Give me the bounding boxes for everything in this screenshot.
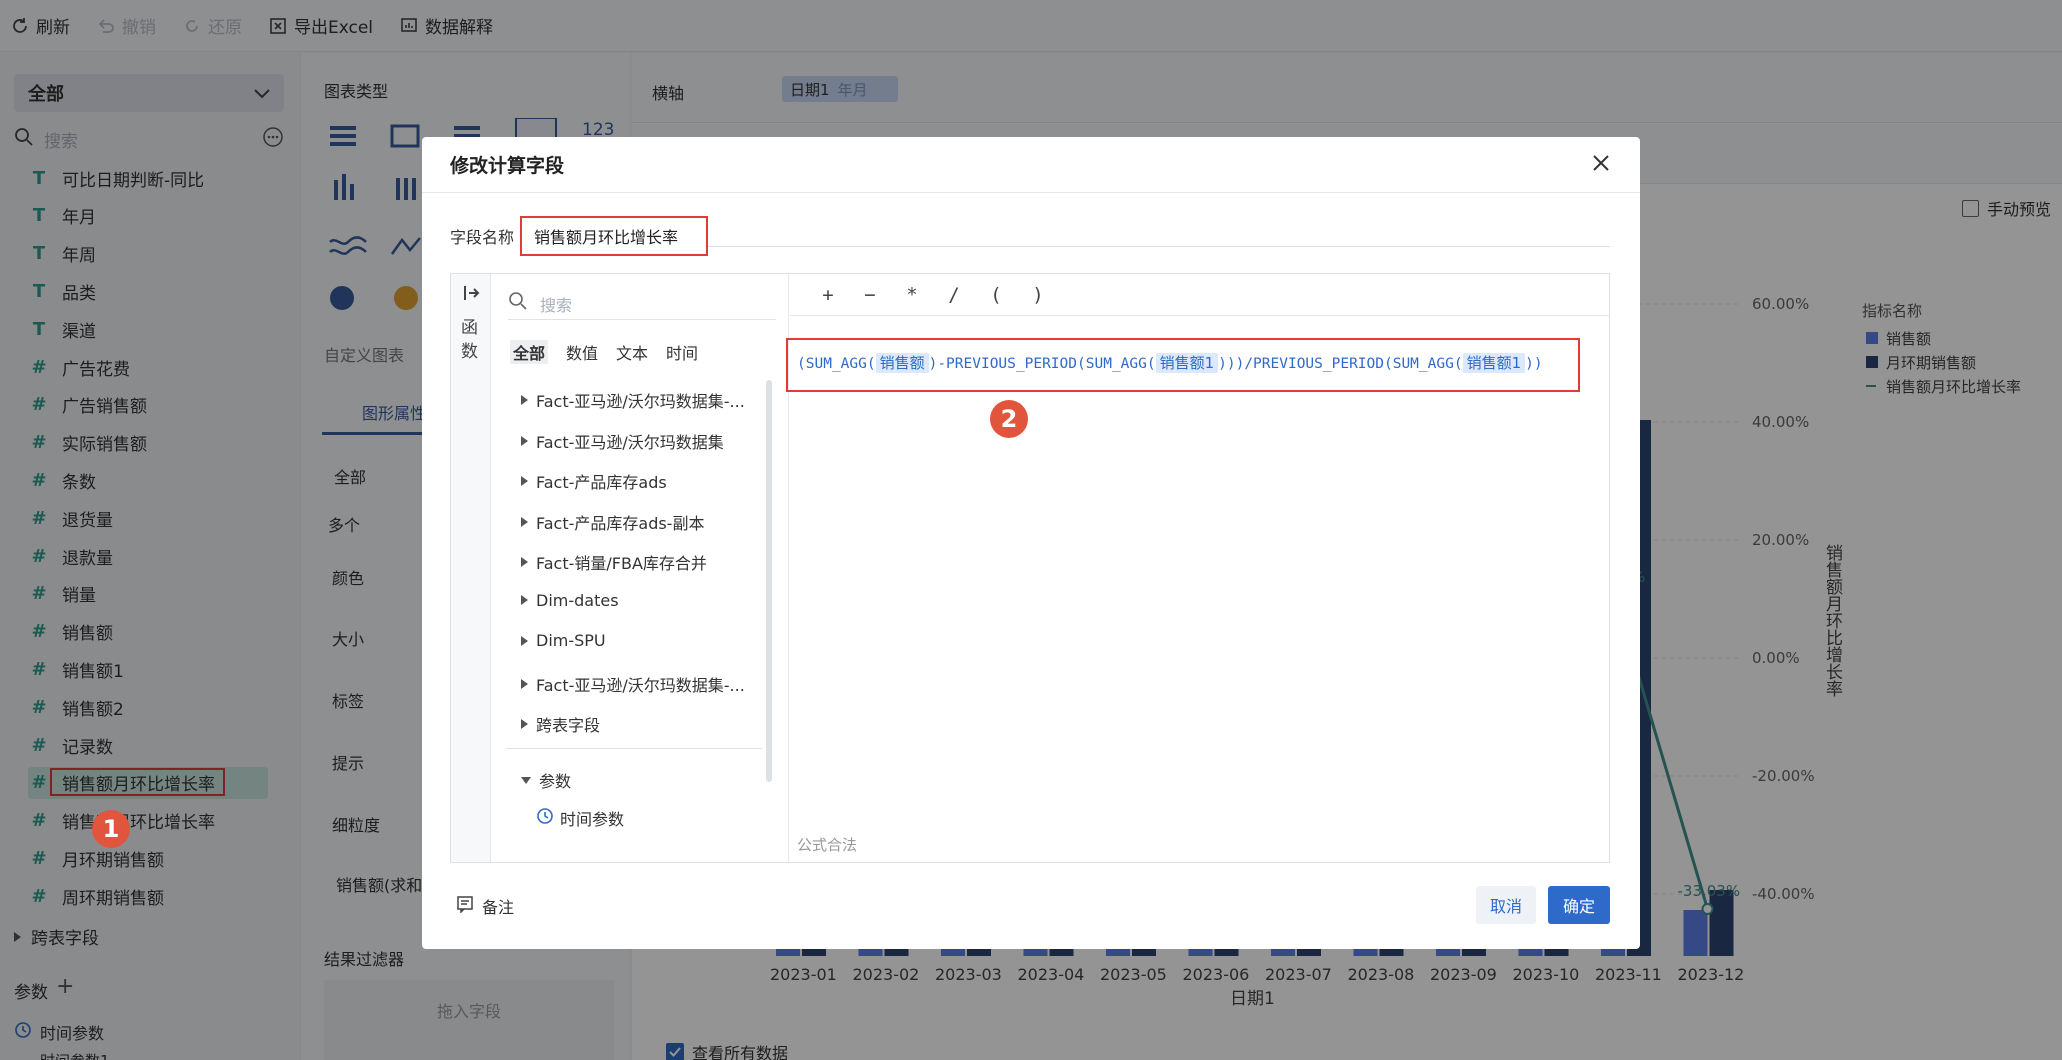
field-name-label: 字段名称: [450, 228, 515, 247]
search-icon: [508, 291, 528, 316]
tree-node-label: Dim-SPU: [536, 631, 606, 650]
caret-right-icon: [521, 476, 528, 486]
confirm-button[interactable]: 确定: [1548, 886, 1610, 924]
tab-time[interactable]: 时间: [666, 340, 698, 364]
tree-node-label: Fact-销量/FBA库存合并: [536, 554, 707, 573]
caret-right-icon: [521, 719, 528, 729]
caret-right-icon: [521, 395, 528, 405]
operator-bar: + − * / ( ): [790, 274, 1609, 316]
formula-part: )-PREVIOUS_PERIOD(SUM_AGG(: [928, 356, 1156, 372]
close-icon[interactable]: [1588, 150, 1614, 176]
open-paren-operator[interactable]: (: [988, 284, 1004, 306]
note-button[interactable]: 备注: [456, 894, 514, 918]
tab-all[interactable]: 全部: [510, 340, 549, 364]
name-underline: [708, 246, 1610, 247]
multiply-operator[interactable]: *: [904, 284, 920, 306]
field-name-value: 销售额月环比增长率: [534, 228, 679, 247]
step-badge-1: 1: [92, 810, 130, 848]
note-icon: [456, 895, 474, 917]
picker-search[interactable]: 搜索: [508, 288, 776, 320]
formula-field-chip[interactable]: 销售额: [875, 353, 929, 373]
tree-divider: [506, 748, 762, 749]
picker-tabs: 全部 数值 文本 时间: [510, 340, 716, 364]
minus-operator[interactable]: −: [862, 284, 878, 306]
expand-panel-icon[interactable]: [462, 284, 480, 307]
time-param-option-label: 时间参数: [560, 810, 625, 829]
function-tab[interactable]: 函数: [461, 316, 481, 364]
picker-search-placeholder: 搜索: [540, 295, 573, 315]
caret-right-icon: [521, 635, 528, 646]
clock-icon: [536, 807, 554, 829]
title-divider: [422, 192, 1640, 193]
formula-field-chip[interactable]: 销售额1: [1462, 353, 1526, 373]
note-label: 备注: [482, 898, 515, 917]
formula-part: (SUM_AGG(: [797, 356, 876, 372]
tree-node[interactable]: Dim-dates: [521, 591, 619, 610]
tree-node-label: Fact-产品库存ads-副本: [536, 513, 705, 533]
tree-node-label: Fact-亚马逊/沃尔玛数据集-...: [536, 675, 745, 695]
params-group-label: 参数: [539, 772, 572, 791]
tab-number[interactable]: 数值: [566, 340, 598, 364]
tree-node-label: 跨表字段: [536, 716, 601, 735]
caret-right-icon: [521, 678, 528, 689]
field-name-input[interactable]: 销售额月环比增长率: [520, 216, 708, 256]
tree-node[interactable]: Dim-SPU: [521, 631, 606, 650]
dialog-title: 修改计算字段: [450, 155, 565, 177]
time-param-option[interactable]: 时间参数: [536, 806, 624, 830]
tree-node[interactable]: Fact-亚马逊/沃尔玛数据集-...: [521, 388, 745, 412]
caret-right-icon: [521, 435, 528, 446]
tree-node[interactable]: Fact-销量/FBA库存合并: [521, 550, 707, 574]
cancel-button[interactable]: 取消: [1476, 886, 1536, 924]
step-badge-2: 2: [990, 400, 1028, 438]
formula-field-chip[interactable]: 销售额1: [1155, 353, 1219, 373]
tree-node-label: Fact-亚马逊/沃尔玛数据集: [536, 432, 724, 452]
tree-node[interactable]: Fact-亚马逊/沃尔玛数据集-...: [521, 672, 745, 696]
divide-operator[interactable]: /: [946, 284, 962, 306]
params-group[interactable]: 参数: [521, 768, 571, 792]
tree-node[interactable]: Fact-产品库存ads-副本: [521, 510, 704, 534]
tree-node[interactable]: Fact-亚马逊/沃尔玛数据集: [521, 429, 724, 453]
caret-right-icon: [521, 595, 528, 605]
tab-text[interactable]: 文本: [616, 340, 648, 364]
formula-text[interactable]: (SUM_AGG(销售额)-PREVIOUS_PERIOD(SUM_AGG(销售…: [797, 352, 1543, 373]
formula-part: )): [1525, 356, 1543, 372]
tree-node-label: Fact-产品库存ads: [536, 473, 667, 492]
tree-node-label: Dim-dates: [536, 590, 619, 610]
picker-scrollbar[interactable]: [766, 380, 772, 782]
caret-right-icon: [521, 557, 528, 567]
tree-node[interactable]: 跨表字段: [521, 712, 600, 736]
close-paren-operator[interactable]: ): [1030, 284, 1046, 306]
plus-operator[interactable]: +: [820, 284, 836, 306]
formula-part: )))/PREVIOUS_PERIOD(SUM_AGG(: [1218, 356, 1463, 372]
tree-node-label: Fact-亚马逊/沃尔玛数据集-...: [536, 392, 745, 411]
formula-status: 公式合法: [797, 836, 858, 854]
tree-node[interactable]: Fact-产品库存ads: [521, 469, 667, 493]
caret-down-icon: [521, 776, 531, 784]
caret-right-icon: [521, 516, 528, 527]
